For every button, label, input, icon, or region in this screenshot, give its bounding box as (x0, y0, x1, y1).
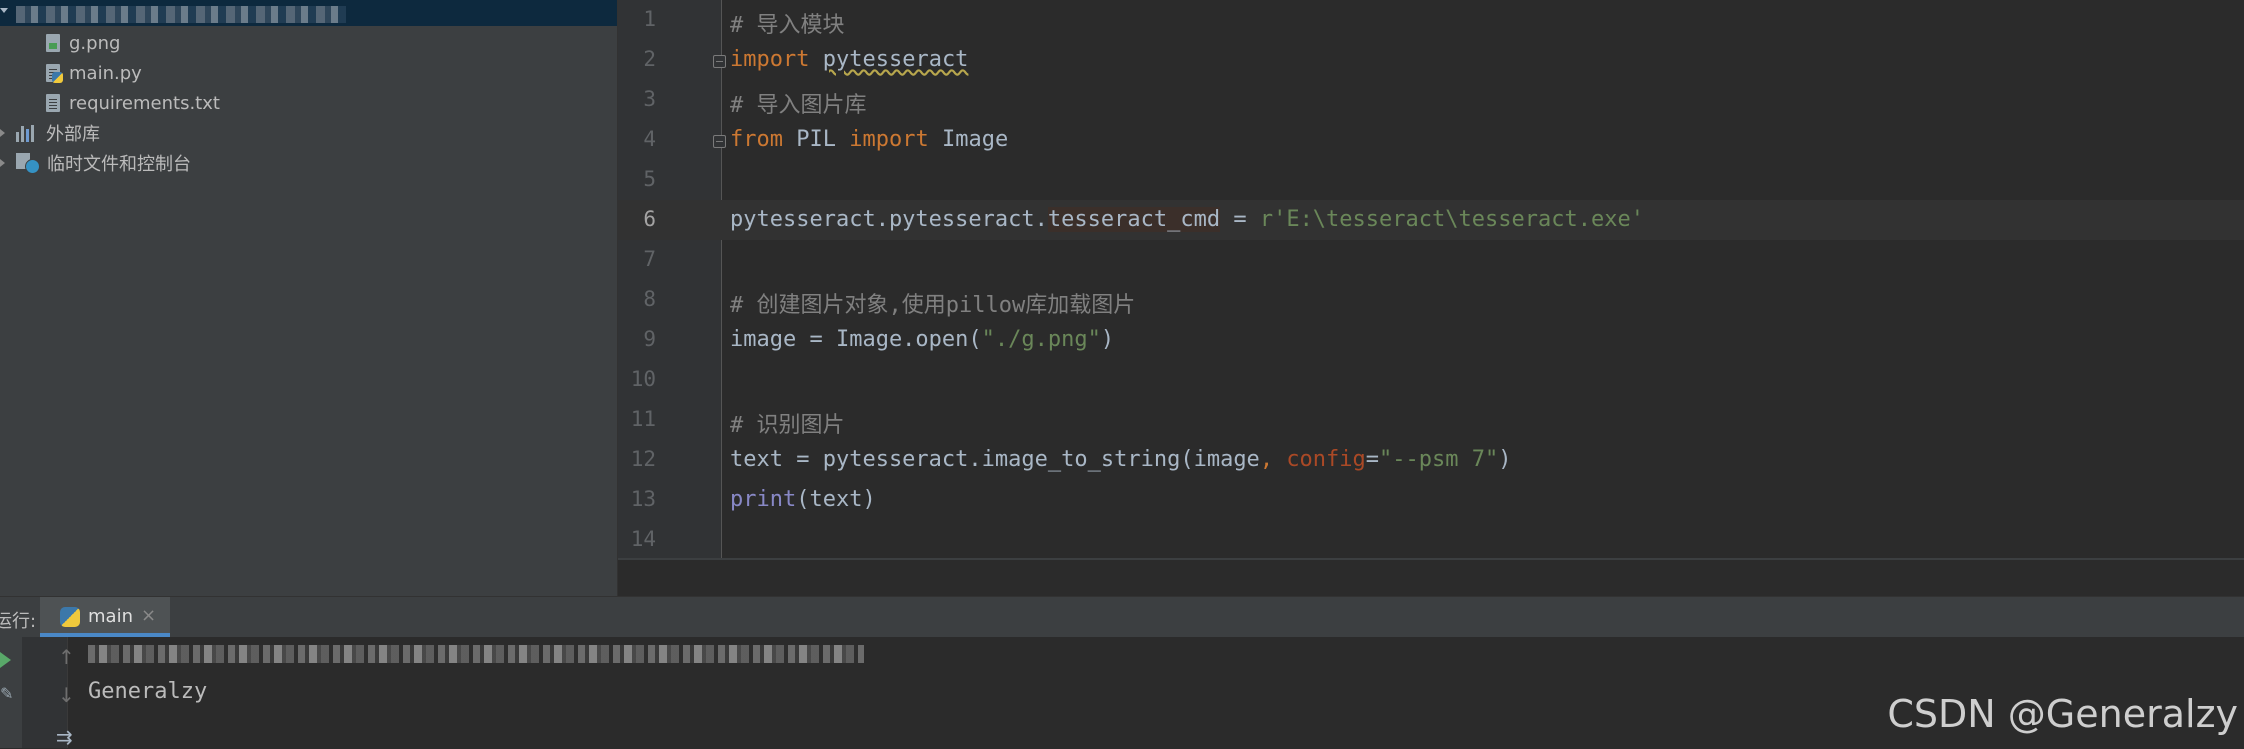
line-number: 10 (630, 367, 656, 391)
code-line[interactable]: 2 import pytesseract (618, 40, 2244, 80)
close-icon[interactable]: × (141, 605, 156, 626)
text-file-icon (46, 94, 60, 112)
module-name: PIL (796, 127, 836, 152)
run-tab-main[interactable]: main × (40, 597, 170, 637)
keyword-argument: config (1286, 447, 1366, 472)
code-line[interactable]: 13 print(text) (618, 480, 2244, 520)
code-text: ) (1498, 447, 1512, 472)
keyword: from (730, 127, 783, 152)
file-name: g.png (69, 32, 121, 54)
expand-arrow-icon[interactable] (0, 8, 8, 13)
file-name: requirements.txt (69, 92, 220, 114)
console-output: Generalzy (88, 679, 208, 704)
import-name: Image (941, 127, 1009, 152)
soft-wrap-icon[interactable]: ⇉ (56, 725, 73, 749)
line-number: 12 (630, 447, 656, 471)
string-literal: "--psm 7" (1379, 447, 1499, 472)
code-line[interactable]: 7 (618, 240, 2244, 280)
run-panel-label: 运行: (0, 611, 37, 632)
code-line[interactable]: 8 # 创建图片对象,使用pillow库加载图片 (618, 280, 2244, 320)
string-literal: "./g.png" (981, 327, 1101, 352)
line-number: 11 (630, 407, 656, 431)
run-tab-label: main (88, 606, 133, 627)
code-editor[interactable]: 1 # 导入模块 2 import pytesseract 3 # 导入图片库 … (618, 0, 2244, 560)
watermark: CSDN @Generalzy (1887, 692, 2238, 736)
line-number: 13 (630, 487, 656, 511)
code-text: image = Image.open( (730, 327, 982, 352)
tree-item-requirements-txt[interactable]: requirements.txt (46, 89, 220, 117)
operator: = (1365, 447, 1380, 472)
project-root-item[interactable] (0, 0, 617, 26)
line-number: 8 (643, 287, 656, 311)
tree-item-main-py[interactable]: main.py (46, 59, 142, 87)
comment: # 识别图片 (730, 413, 845, 438)
line-number: 9 (643, 327, 656, 351)
tree-item-label: 临时文件和控制台 (47, 154, 191, 175)
collapse-arrow-icon[interactable] (0, 159, 5, 167)
code-line[interactable]: 14 (618, 520, 2244, 560)
line-number: 2 (643, 47, 656, 71)
line-number: 5 (643, 167, 656, 191)
attribute-name: tesseract_cmd (1047, 207, 1221, 232)
string-literal: r'E:\tesseract\tesseract.exe' (1259, 207, 1644, 232)
scratches-icon (16, 153, 40, 174)
line-number: 6 (643, 207, 656, 231)
console-toolbar: ↑ ↓ ⇉ (22, 637, 75, 749)
run-panel-header: 运行: main × (0, 596, 2244, 637)
project-panel: g.png main.py requirements.txt 外部库 临时文件和… (0, 0, 618, 596)
fold-icon[interactable] (713, 135, 726, 148)
code-line[interactable]: 10 (618, 360, 2244, 400)
comment: # 创建图片对象,使用pillow库加载图片 (730, 293, 1136, 318)
code-line[interactable]: 12 text = pytesseract.image_to_string(im… (618, 440, 2244, 480)
code-line[interactable]: 11 # 识别图片 (618, 400, 2244, 440)
code-line[interactable]: 9 image = Image.open("./g.png") (618, 320, 2244, 360)
tree-item-scratches[interactable]: 临时文件和控制台 (16, 149, 191, 177)
line-number: 7 (643, 247, 656, 271)
code-line[interactable]: 1 # 导入模块 (618, 0, 2244, 40)
keyword: import (849, 127, 929, 152)
code-line[interactable]: 5 (618, 160, 2244, 200)
comment: # 导入模块 (730, 13, 845, 38)
module-name: pytesseract (822, 47, 969, 72)
code-text: text = pytesseract.image_to_string(image (730, 447, 1260, 472)
line-number: 14 (630, 527, 656, 551)
python-file-icon (46, 64, 63, 83)
keyword: import (730, 47, 810, 72)
tree-item-label: 外部库 (46, 124, 100, 145)
project-root-name-redacted (16, 6, 346, 23)
collapse-arrow-icon[interactable] (0, 129, 5, 137)
rerun-icon[interactable] (0, 652, 11, 668)
console-command-redacted (88, 645, 864, 663)
code-line-current[interactable]: 6 pytesseract.pytesseract.tesseract_cmd … (618, 200, 2244, 240)
tree-item-g-png[interactable]: g.png (46, 29, 120, 57)
python-icon (60, 607, 80, 627)
code-text: pytesseract.pytesseract. (730, 207, 1048, 232)
arrow-down-icon[interactable]: ↓ (58, 683, 75, 707)
fold-icon[interactable] (713, 55, 726, 68)
code-text: ) (1100, 327, 1115, 352)
wrench-icon[interactable]: ✎ (0, 686, 14, 702)
comma: , (1259, 447, 1287, 472)
file-name: main.py (69, 62, 142, 84)
code-line[interactable]: 4 from PIL import Image (618, 120, 2244, 160)
line-number: 1 (643, 7, 656, 31)
operator: = (1220, 207, 1260, 232)
run-toolbar: ✎ (0, 637, 22, 748)
code-text: (text) (796, 487, 876, 512)
builtin-function: print (730, 487, 797, 512)
library-icon (16, 124, 38, 142)
tree-item-external-libraries[interactable]: 外部库 (16, 119, 100, 147)
code-line[interactable]: 3 # 导入图片库 (618, 80, 2244, 120)
line-number: 4 (643, 127, 656, 151)
line-number: 3 (643, 87, 656, 111)
arrow-up-icon[interactable]: ↑ (58, 645, 75, 669)
editor-bottom-area (618, 560, 2244, 596)
comment: # 导入图片库 (730, 93, 867, 118)
image-file-icon (46, 34, 60, 52)
